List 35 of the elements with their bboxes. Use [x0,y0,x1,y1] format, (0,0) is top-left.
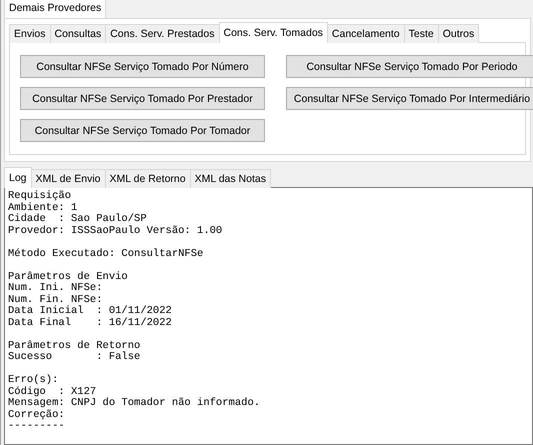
tab[interactable]: Consultas [50,24,106,43]
log-line: Num. Fin. NFSe: [8,294,104,306]
log-line: Método Executado: ConsultarNFSe [8,248,204,260]
log-line: Parâmetros de Retorno [8,340,142,352]
log-line: Parâmetros de Envio [8,272,129,282]
log-line: Provedor: ISSSaoPaulo Versão: 1.00 [8,226,224,237]
log-line: Sucesso : False [8,352,142,364]
tab[interactable]: Envios [9,24,51,43]
log-line: Requisição [8,191,72,202]
query-button[interactable]: Consultar NFSe Serviço Tomado Por Intermediário [286,87,533,110]
tab[interactable]: Teste [404,24,439,43]
log-line: --------- [8,421,66,432]
tab[interactable]: Outros [438,24,480,43]
log-line: Código : X127 [8,386,98,398]
log-line: Cidade : Sao Paulo/SP [8,214,148,225]
tab[interactable]: Log [4,167,32,188]
log-line: Erro(s): [8,375,60,386]
tab[interactable]: Cons. Serv. Prestados [105,24,220,43]
tab[interactable]: Demais Provedores [4,0,106,18]
log-line: Data Inicial : 01/11/2022 [8,306,173,317]
query-button[interactable]: Consultar NFSe Serviço Tomado Por Prestador [20,87,265,110]
tab[interactable]: Cons. Serv. Tomados [218,22,328,43]
tab[interactable]: XML de Retorno [104,169,191,188]
tab[interactable]: XML das Notas [190,169,271,188]
log-line: Correção: [8,410,66,421]
log-line: Num. Ini. NFSe: [8,283,104,294]
tab[interactable]: XML de Envio [30,169,106,188]
query-button[interactable]: Consultar NFSe Serviço Tomado Por Tomador [20,119,265,142]
log-line: Ambiente: 1 [8,202,78,214]
query-button[interactable]: Consultar NFSe Serviço Tomado Por Periodo [286,55,533,78]
log-line: Mensagem: CNPJ do Tomador não informado. [8,398,262,410]
tab[interactable]: Cancelamento [326,24,405,43]
query-button[interactable]: Consultar NFSe Serviço Tomado Por Número [20,55,265,78]
log-memo[interactable] [4,187,533,445]
log-line: Data Final : 16/11/2022 [8,318,173,329]
